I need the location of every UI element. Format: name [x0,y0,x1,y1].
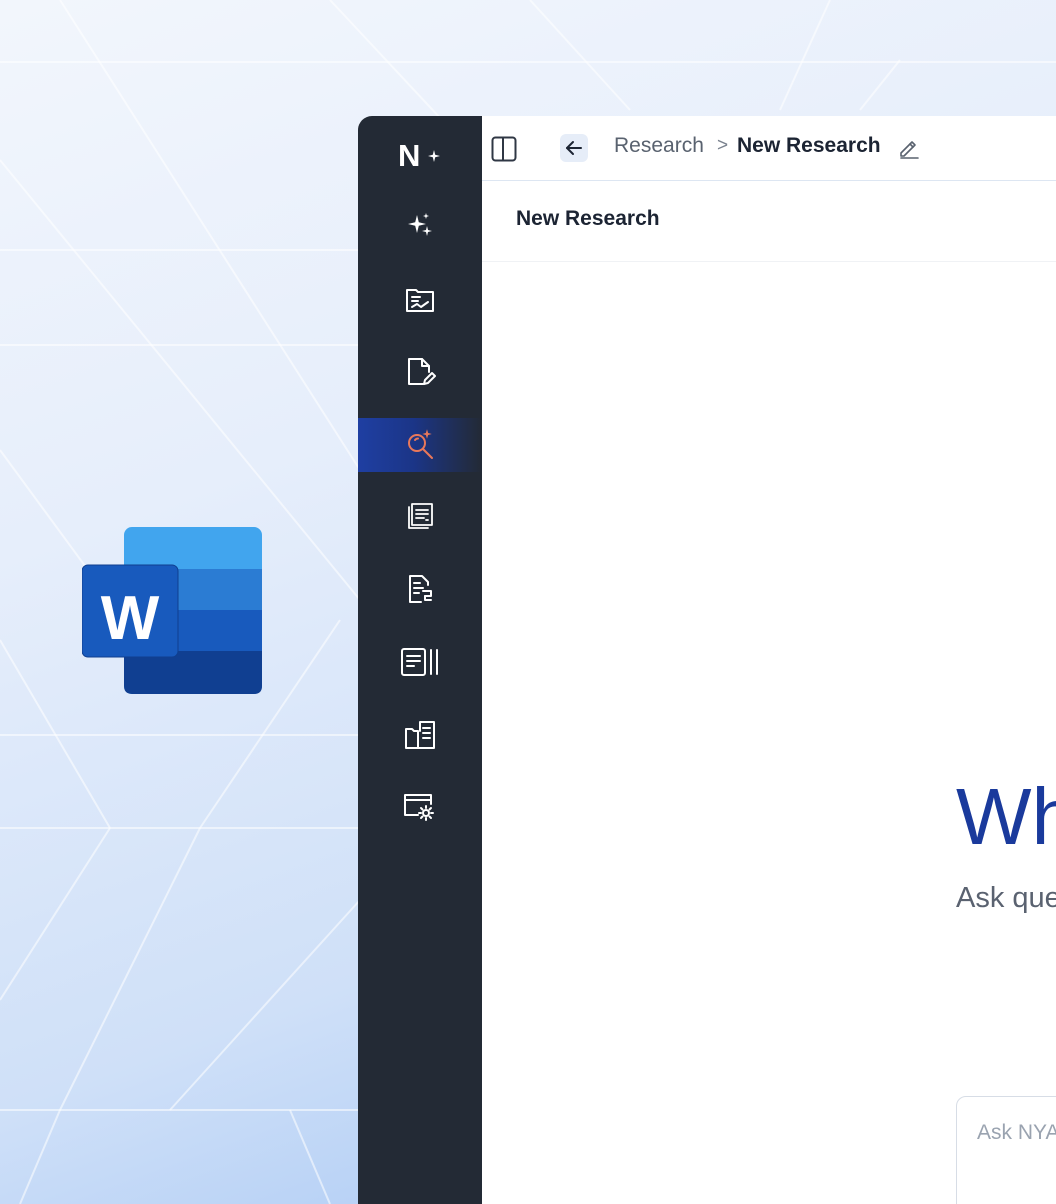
sidebar-item-settings[interactable] [358,780,482,834]
document-flow-icon [409,575,432,603]
ask-input[interactable] [977,1121,1056,1145]
sidebar-item-drafting[interactable] [358,345,482,399]
app-logo-text: N [398,138,420,173]
svg-text:W: W [101,584,160,653]
sidebar-item-documents[interactable] [358,708,482,762]
app-logo[interactable]: N [398,138,440,174]
sidebar-item-research[interactable] [358,418,482,472]
stacked-documents-icon [408,503,433,529]
sidebar-item-reviews[interactable] [358,490,482,544]
panel-toggle-icon[interactable] [491,136,517,162]
ask-box[interactable] [956,1096,1056,1204]
search-sparkle-icon [408,429,433,459]
document-columns-icon [401,648,438,676]
hero-title: Wh [956,772,1056,861]
logo-star-icon [428,150,440,162]
app-window: N Research > New Research New Research W… [358,116,1056,1204]
browser-settings-icon [404,794,434,821]
breadcrumb-research[interactable]: Research [614,134,704,158]
pencil-edit-icon[interactable] [898,137,920,159]
document-edit-icon [408,358,436,385]
folder-document-icon [405,721,435,749]
word-logo-icon: W [82,527,262,694]
breadcrumb-current: New Research [737,134,881,157]
hero-subtitle: Ask que [956,882,1056,914]
sidebar-item-workflows[interactable] [358,562,482,616]
back-button[interactable] [560,134,588,162]
page-title: New Research [516,207,660,230]
breadcrumb-separator: > [717,135,729,156]
sidebar-item-analytics[interactable] [358,272,482,326]
sidebar-item-playbooks[interactable] [358,635,482,689]
sparkles-icon [408,213,432,236]
sidebar: N [358,116,482,1204]
arrow-left-icon [566,141,582,155]
page-header: New Research [482,181,1056,262]
main-content: Research > New Research New Research Wh … [482,116,1056,1204]
sidebar-item-ai-assistant[interactable] [358,199,482,253]
folder-chart-icon [406,289,434,312]
top-bar: Research > New Research [482,116,1056,181]
